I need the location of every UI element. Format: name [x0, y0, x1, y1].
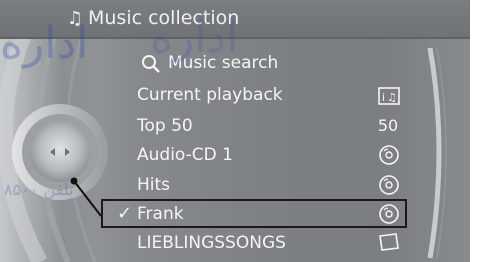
svg-text:♫: ♫ — [387, 91, 397, 104]
svg-text:i: i — [382, 91, 385, 104]
folder-icon — [379, 233, 399, 251]
menu-item-hits[interactable]: Hits — [137, 172, 170, 198]
checkmark-icon: ✓ — [117, 203, 133, 224]
menu-item-lieblingssongs[interactable]: LIEBLINGSSONGS — [137, 230, 286, 256]
right-margin — [470, 0, 484, 262]
menu-item-audio-cd-1[interactable]: Audio-CD 1 — [137, 142, 233, 168]
music-note-icon: ♫ — [66, 8, 84, 29]
title-bar: ♫ Music collection — [0, 0, 470, 39]
top-50-count: 50 — [377, 116, 399, 135]
cd-icon — [379, 204, 399, 224]
menu-item-top-50[interactable]: Top 50 — [137, 113, 193, 139]
menu-item-current-playback[interactable]: Current playback — [137, 82, 283, 108]
menu-item-music-search[interactable]: Music search — [168, 50, 278, 76]
cd-icon — [379, 145, 399, 165]
info-music-icon: i ♫ — [378, 87, 400, 105]
menu-item-frank[interactable]: Frank — [137, 201, 184, 227]
cd-icon — [379, 175, 399, 195]
page-title: Music collection — [88, 7, 240, 29]
idrive-screen: ♫ Music collection Music search Current … — [0, 0, 484, 262]
search-icon — [142, 55, 160, 73]
